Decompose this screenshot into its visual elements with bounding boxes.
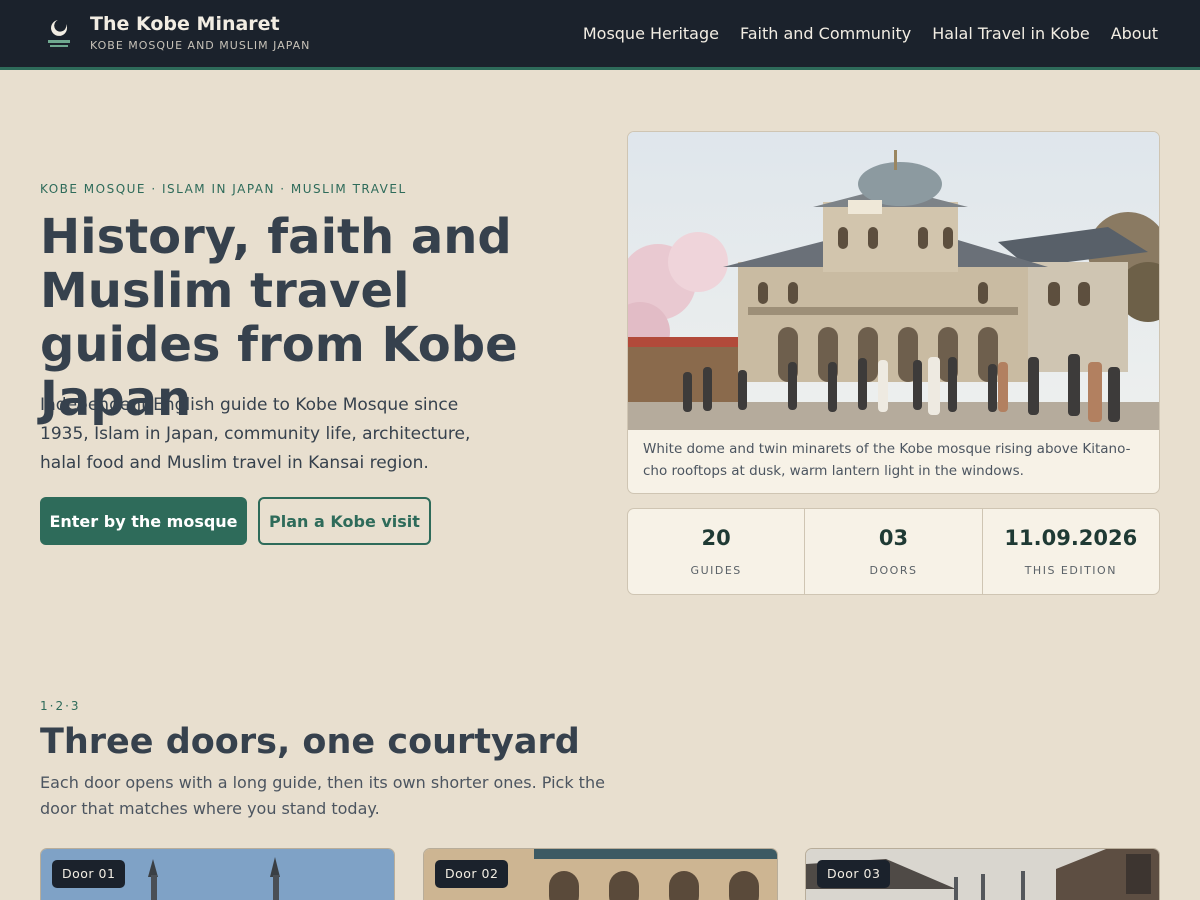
- site-subtitle: KOBE MOSQUE AND MUSLIM JAPAN: [90, 39, 311, 52]
- stats-panel: 20 GUIDES 03 DOORS 11.09.2026 THIS EDITI…: [627, 508, 1160, 595]
- stat-label: THIS EDITION: [1024, 564, 1117, 577]
- door-card-01[interactable]: Door 01: [40, 848, 395, 900]
- hero-eyebrow: KOBE MOSQUE · ISLAM IN JAPAN · MUSLIM TR…: [40, 182, 407, 196]
- nav-faith-community[interactable]: Faith and Community: [740, 24, 911, 43]
- door-badge: Door 01: [52, 860, 126, 888]
- plan-visit-button[interactable]: Plan a Kobe visit: [258, 497, 431, 545]
- hero-figure: White dome and twin minarets of the Kobe…: [627, 131, 1160, 494]
- stat-guides: 20 GUIDES: [628, 509, 806, 594]
- stat-edition: 11.09.2026 THIS EDITION: [983, 509, 1159, 594]
- door-card-02[interactable]: Door 02: [423, 848, 778, 900]
- door-badge: Door 02: [435, 860, 509, 888]
- stat-label: GUIDES: [690, 564, 742, 577]
- nav-halal-travel[interactable]: Halal Travel in Kobe: [932, 24, 1089, 43]
- site-header: The Kobe Minaret KOBE MOSQUE AND MUSLIM …: [0, 0, 1200, 70]
- hero-image-caption: White dome and twin minarets of the Kobe…: [643, 441, 1131, 479]
- doors-eyebrow: 1·2·3: [40, 699, 81, 713]
- door-badge: Door 03: [817, 860, 891, 888]
- stat-value: 03: [878, 526, 909, 550]
- site-title[interactable]: The Kobe Minaret: [90, 13, 280, 35]
- enter-mosque-button[interactable]: Enter by the mosque: [40, 497, 247, 545]
- crescent-minaret-icon[interactable]: [44, 14, 76, 50]
- stat-doors: 03 DOORS: [805, 509, 983, 594]
- main-nav: Mosque Heritage Faith and Community Hala…: [583, 24, 1158, 43]
- door-card-03[interactable]: Door 03: [805, 848, 1160, 900]
- nav-mosque-heritage[interactable]: Mosque Heritage: [583, 24, 719, 43]
- mosque-photo: [628, 132, 1159, 430]
- stat-label: DOORS: [869, 564, 918, 577]
- hero-lead: Independent English guide to Kobe Mosque…: [40, 395, 471, 473]
- stat-value: 20: [701, 526, 731, 550]
- doors-section-lead: Each door opens with a long guide, then …: [40, 773, 605, 818]
- doors-section-title: Three doors, one courtyard: [40, 722, 580, 762]
- nav-about[interactable]: About: [1111, 24, 1158, 43]
- stat-value: 11.09.2026: [1004, 526, 1138, 550]
